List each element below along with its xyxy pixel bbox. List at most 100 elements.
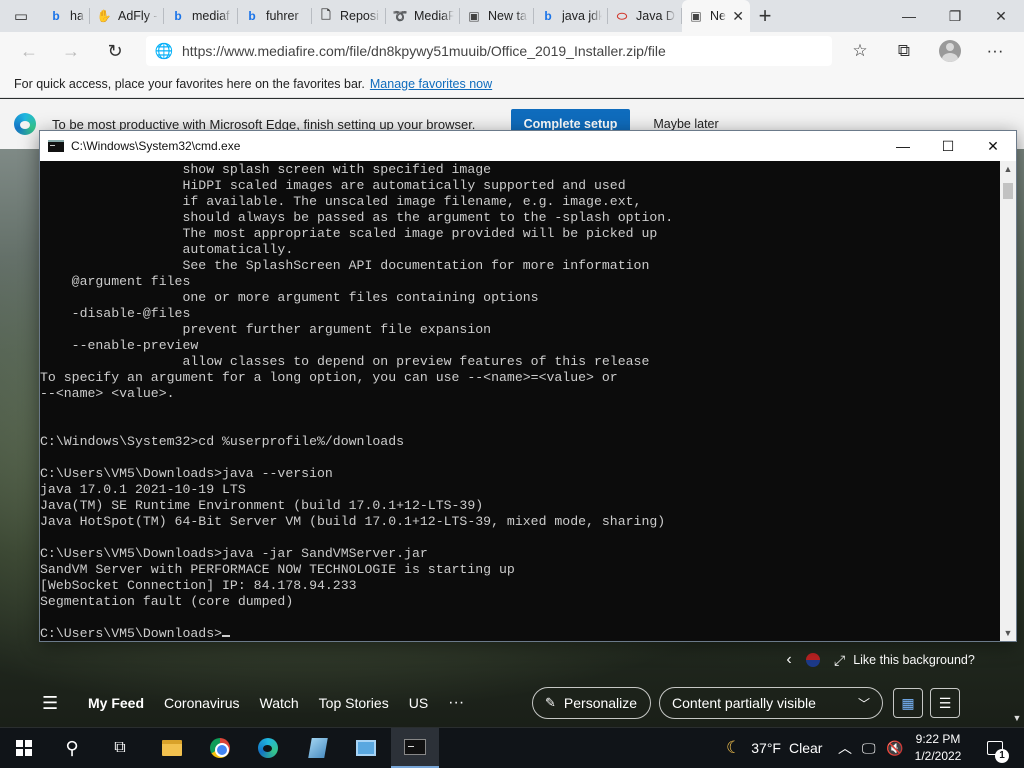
weather-widget[interactable]: ☾ 37°F Clear bbox=[726, 728, 822, 768]
network-icon[interactable]: 🖵 bbox=[862, 728, 876, 768]
cmd-minimize-button[interactable]: — bbox=[880, 131, 926, 161]
expand-icon[interactable]: ⤢ bbox=[834, 652, 845, 669]
console-line: java 17.0.1 2021-10-19 LTS bbox=[40, 482, 246, 497]
console-line: The most appropriate scaled image provid… bbox=[40, 226, 658, 241]
console-line: C:\Users\VM5\Downloads>java --version bbox=[40, 466, 333, 481]
cmd-window[interactable]: C:\Windows\System32\cmd.exe — ☐ ✕ show s… bbox=[39, 130, 1017, 642]
tab-title: Java D bbox=[636, 9, 675, 23]
browser-tab[interactable]: b fuhrer bbox=[238, 0, 312, 32]
console-line: prevent further argument file expansion bbox=[40, 322, 492, 337]
hamburger-menu-icon[interactable]: ☰ bbox=[42, 693, 68, 714]
feed-tab-top-stories[interactable]: Top Stories bbox=[319, 695, 389, 711]
previous-background-button[interactable]: ‹ bbox=[778, 651, 800, 669]
bing-icon: b bbox=[52, 9, 60, 23]
cmd-taskbar-button[interactable] bbox=[391, 728, 439, 768]
notification-center-button[interactable]: 1 bbox=[980, 728, 1010, 768]
personalize-button[interactable]: ✎ Personalize bbox=[532, 687, 651, 719]
bing-icon: b bbox=[248, 9, 256, 23]
console-line: one or more argument files containing op… bbox=[40, 290, 539, 305]
tab-title: AdFly - bbox=[118, 9, 158, 23]
oracle-icon: ⬭ bbox=[616, 8, 628, 23]
flag-icon[interactable] bbox=[806, 653, 820, 667]
like-background-link[interactable]: Like this background? bbox=[853, 653, 975, 667]
cmd-maximize-button[interactable]: ☐ bbox=[925, 131, 971, 161]
bing-icon: b bbox=[174, 9, 182, 23]
console-line: [WebSocket Connection] IP: 84.178.94.233 bbox=[40, 578, 357, 593]
close-tab-icon[interactable]: ✕ bbox=[732, 8, 744, 25]
feed-more-button[interactable]: ··· bbox=[448, 694, 464, 712]
refresh-button[interactable]: ↻ bbox=[100, 36, 130, 66]
content-visibility-select[interactable]: Content partially visible ﹀ bbox=[659, 687, 883, 719]
close-browser-button[interactable]: ✕ bbox=[978, 0, 1024, 32]
collections-icon[interactable]: ⧉ bbox=[889, 36, 919, 66]
globe-icon[interactable]: 🌐 bbox=[146, 42, 182, 60]
tab-actions-icon[interactable]: ▭ bbox=[0, 0, 42, 32]
browser-tab[interactable]: b happy r bbox=[42, 0, 90, 32]
browser-tab[interactable]: b java jdk bbox=[534, 0, 608, 32]
tab-title: fuhrer bbox=[266, 9, 299, 23]
clock-time: 9:22 PM bbox=[915, 732, 961, 746]
tab-title: happy r bbox=[70, 9, 84, 23]
search-button[interactable]: ⚲ bbox=[48, 728, 96, 768]
bing-icon: b bbox=[544, 9, 552, 23]
browser-tab[interactable]: 🗋 Reposi bbox=[312, 0, 386, 32]
task-view-icon: ⧉ bbox=[114, 739, 126, 756]
notepad-button[interactable] bbox=[294, 728, 342, 768]
volume-muted-icon[interactable]: 🔇 bbox=[886, 728, 903, 768]
cmd-close-button[interactable]: ✕ bbox=[970, 131, 1016, 161]
cmd-titlebar[interactable]: C:\Windows\System32\cmd.exe — ☐ ✕ bbox=[40, 131, 1016, 161]
new-tab-button[interactable]: + bbox=[750, 0, 780, 32]
chrome-button[interactable] bbox=[196, 728, 244, 768]
grid-layout-button[interactable]: ▦ bbox=[893, 688, 923, 718]
browser-tab[interactable]: ➰ MediaF bbox=[386, 0, 460, 32]
scrollbar-thumb[interactable] bbox=[1003, 183, 1013, 199]
start-button[interactable] bbox=[0, 728, 48, 768]
favorites-bar-hint: For quick access, place your favorites h… bbox=[14, 76, 365, 91]
browser-tab[interactable]: ▣ Ne ✕ bbox=[682, 0, 750, 32]
feed-tab-my-feed[interactable]: My Feed bbox=[88, 695, 144, 711]
settings-more-icon[interactable]: ··· bbox=[980, 36, 1010, 66]
scroll-down-arrow[interactable]: ▼ bbox=[1000, 625, 1016, 641]
list-layout-button[interactable]: ☰ bbox=[930, 688, 960, 718]
browser-tab[interactable]: ▣ New ta bbox=[460, 0, 534, 32]
task-view-button[interactable]: ⧉ bbox=[96, 728, 144, 768]
file-explorer-button[interactable] bbox=[148, 728, 196, 768]
control-panel-button[interactable] bbox=[342, 728, 390, 768]
monitor-icon bbox=[356, 740, 376, 756]
edge-icon bbox=[258, 738, 278, 758]
tab-title: New ta bbox=[488, 9, 527, 23]
url-input[interactable] bbox=[182, 43, 812, 59]
clock[interactable]: 9:22 PM 1/2/2022 bbox=[906, 731, 970, 765]
browser-tab[interactable]: b mediaf bbox=[164, 0, 238, 32]
minimize-browser-button[interactable]: — bbox=[886, 0, 932, 32]
tab-title: MediaF bbox=[414, 9, 454, 23]
favorites-star-icon[interactable]: ☆ bbox=[845, 36, 875, 66]
console-line: if available. The unscaled image filenam… bbox=[40, 194, 642, 209]
browser-tab[interactable]: ✋ AdFly - bbox=[90, 0, 164, 32]
edge-button[interactable] bbox=[244, 728, 292, 768]
address-bar[interactable]: 🌐 bbox=[146, 36, 832, 66]
scroll-up-arrow[interactable]: ▲ bbox=[1000, 161, 1016, 177]
restore-browser-button[interactable]: ❐ bbox=[932, 0, 978, 32]
console-line: See the SplashScreen API documentation f… bbox=[40, 258, 650, 273]
manage-favorites-link[interactable]: Manage favorites now bbox=[370, 77, 492, 91]
console-area[interactable]: show splash screen with specified image … bbox=[40, 161, 1000, 641]
page-scroll-down-arrow[interactable]: ▼ bbox=[1010, 710, 1024, 726]
chevron-down-icon: ﹀ bbox=[857, 696, 870, 711]
tab-title: mediaf bbox=[192, 9, 230, 23]
back-button[interactable]: ← bbox=[14, 36, 44, 66]
cmd-scrollbar[interactable]: ▲ ▼ bbox=[1000, 161, 1016, 641]
show-hidden-icons-button[interactable]: ︿ bbox=[838, 728, 852, 768]
profile-button[interactable] bbox=[935, 36, 965, 66]
feed-tab-us[interactable]: US bbox=[409, 695, 428, 711]
favorites-bar: For quick access, place your favorites h… bbox=[0, 70, 1024, 98]
feed-tab-watch[interactable]: Watch bbox=[260, 695, 299, 711]
newtab-icon: ▣ bbox=[468, 9, 480, 23]
forward-button[interactable]: → bbox=[56, 36, 86, 66]
browser-tab[interactable]: ⬭ Java D bbox=[608, 0, 682, 32]
feed-tab-coronavirus[interactable]: Coronavirus bbox=[164, 695, 239, 711]
tab-title: Ne bbox=[710, 9, 726, 23]
